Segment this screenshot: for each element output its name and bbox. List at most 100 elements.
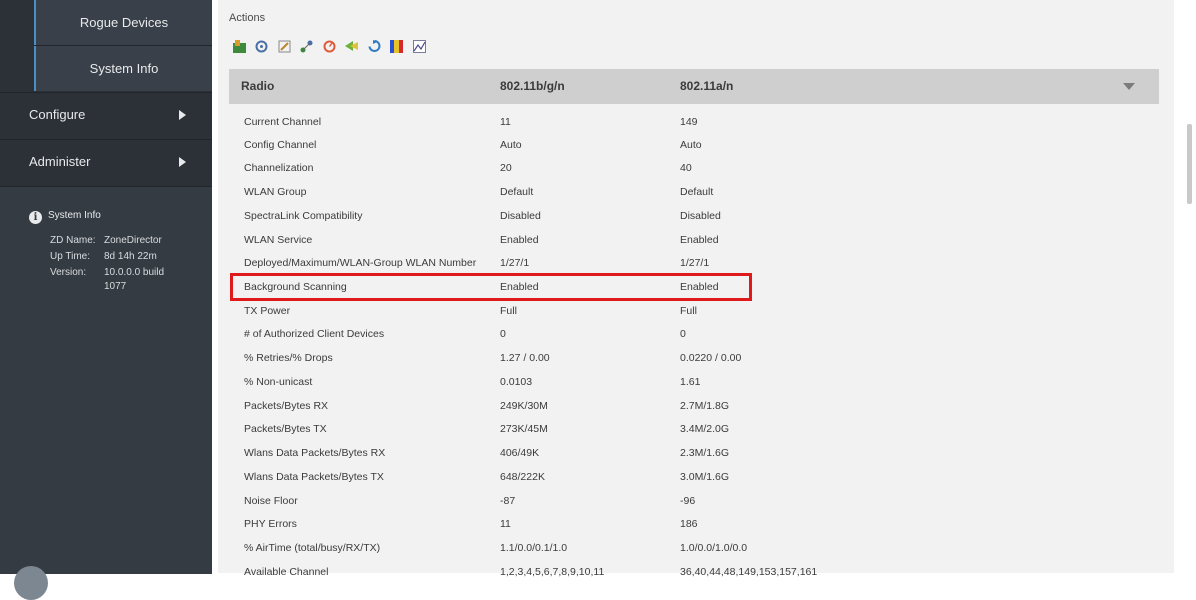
version-label: Version: xyxy=(50,267,87,278)
map-icon[interactable] xyxy=(233,40,246,54)
row-value-an: 0 xyxy=(680,328,686,340)
system-info-panel: i System Info ZD Name: ZoneDirector Up T… xyxy=(0,186,212,574)
chart-icon[interactable] xyxy=(412,40,426,54)
table-row: Current Channel 11 149 xyxy=(229,111,1159,134)
row-value-bgn: 0.0103 xyxy=(500,376,533,388)
row-label: Deployed/Maximum/WLAN-Group WLAN Number xyxy=(244,257,477,269)
scrollbar[interactable] xyxy=(1187,124,1192,204)
row-label: Packets/Bytes TX xyxy=(244,423,327,435)
table-row: Deployed/Maximum/WLAN-Group WLAN Number 1… xyxy=(229,252,1159,275)
spectrum-analysis-icon[interactable] xyxy=(390,40,404,54)
row-value-bgn: 249K/30M xyxy=(500,400,548,412)
table-row: Packets/Bytes TX 273K/45M 3.4M/2.0G xyxy=(229,418,1159,441)
row-value-bgn: 1.27 / 0.00 xyxy=(500,352,550,364)
row-label: PHY Errors xyxy=(244,518,297,530)
sidebar-item-administer[interactable]: Administer xyxy=(0,139,212,184)
row-label: WLAN Service xyxy=(244,234,313,246)
uptime-label: Up Time: xyxy=(50,251,91,262)
row-value-bgn: Auto xyxy=(500,139,522,151)
highlight-box xyxy=(230,273,752,301)
row-value-an: 0.0220 / 0.00 xyxy=(680,352,742,364)
row-label: % Retries/% Drops xyxy=(244,352,333,364)
row-value-an: 186 xyxy=(680,518,698,530)
row-value-bgn: 0 xyxy=(500,328,506,340)
table-row: % Retries/% Drops 1.27 / 0.00 0.0220 / 0.0… xyxy=(229,347,1159,370)
uptime-value: 8d 14h 22m xyxy=(104,251,157,262)
table-row: PHY Errors 11 186 xyxy=(229,513,1159,536)
actions-label: Actions xyxy=(229,12,266,24)
sidebar-item-system-info[interactable]: System Info xyxy=(34,46,212,91)
zd-name-label: ZD Name: xyxy=(50,235,96,246)
row-label: Wlans Data Packets/Bytes RX xyxy=(244,447,386,459)
table-row: Wlans Data Packets/Bytes TX 648/222K 3.0M/… xyxy=(229,466,1159,489)
system-info-title: System Info xyxy=(48,210,101,221)
row-label: # of Authorized Client Devices xyxy=(244,328,385,340)
col-header-an: 802.11a/n xyxy=(680,79,734,93)
row-value-an: 1.0/0.0/1.0/0.0 xyxy=(680,542,748,554)
table-row: Channelization 20 40 xyxy=(229,157,1159,180)
row-value-an: 1.61 xyxy=(680,376,701,388)
row-value-an: 1/27/1 xyxy=(680,257,710,269)
row-label: % Non-unicast xyxy=(244,376,313,388)
table-row: Packets/Bytes RX 249K/30M 2.7M/1.8G xyxy=(229,395,1159,418)
row-value-bgn: 11 xyxy=(500,518,511,530)
row-value-bgn: 406/49K xyxy=(500,447,540,459)
sidebar-item-label: Administer xyxy=(29,154,91,169)
info-icon: i xyxy=(29,211,42,224)
chevron-right-icon xyxy=(179,110,186,120)
radio-table-header[interactable]: Radio 802.11b/g/n 802.11a/n xyxy=(229,69,1159,104)
row-value-bgn: 1.1/0.0/0.1/1.0 xyxy=(500,542,568,554)
edit-icon[interactable] xyxy=(278,40,291,53)
sidebar-item-label: System Info xyxy=(89,61,159,76)
row-label: Current Channel xyxy=(244,116,322,128)
row-value-bgn: 20 xyxy=(500,162,512,174)
row-value-bgn: 11 xyxy=(500,116,511,128)
table-row: WLAN Group Default Default xyxy=(229,181,1159,204)
speedflex-icon[interactable] xyxy=(300,40,313,53)
row-value-an: 3.4M/2.0G xyxy=(680,423,730,435)
row-value-an: 149 xyxy=(680,116,698,128)
row-value-bgn: -87 xyxy=(500,495,516,507)
row-value-bgn: 1/27/1 xyxy=(500,257,530,269)
ping-icon[interactable] xyxy=(255,40,268,53)
sidebar-item-label: Rogue Devices xyxy=(79,15,169,30)
table-row: TX Power Full Full xyxy=(229,300,1159,323)
collapse-icon[interactable] xyxy=(1123,83,1135,90)
row-value-an: Auto xyxy=(680,139,702,151)
row-label: % AirTime (total/busy/RX/TX) xyxy=(244,542,381,554)
row-label: SpectraLink Compatibility xyxy=(244,210,363,222)
row-value-an: Full xyxy=(680,305,697,317)
table-row: % Non-unicast 0.0103 1.61 xyxy=(229,371,1159,394)
row-value-an: 2.7M/1.8G xyxy=(680,400,730,412)
version-build: 1077 xyxy=(104,281,127,292)
spectrum-icon[interactable] xyxy=(323,40,336,53)
actions-toolbar xyxy=(233,38,431,56)
row-label: Packets/Bytes RX xyxy=(244,400,329,412)
tunnel-icon[interactable] xyxy=(345,40,359,53)
restart-icon[interactable] xyxy=(368,40,381,53)
table-row: Noise Floor -87 -96 xyxy=(229,490,1159,513)
row-label: Channelization xyxy=(244,162,314,174)
table-row: SpectraLink Compatibility Disabled Disable… xyxy=(229,205,1159,228)
row-value-bgn: 648/222K xyxy=(500,471,545,483)
table-row: WLAN Service Enabled Enabled xyxy=(229,229,1159,252)
version-value: 10.0.0.0 build xyxy=(104,267,165,278)
row-value-an: Disabled xyxy=(680,210,721,222)
col-header-radio: Radio xyxy=(241,79,275,93)
row-value-an: 2.3M/1.6G xyxy=(680,447,730,459)
row-value-an: Default xyxy=(680,186,714,198)
help-icon[interactable] xyxy=(14,566,48,600)
row-value-an: Enabled xyxy=(680,234,719,246)
row-value-bgn: Enabled xyxy=(500,234,539,246)
sidebar-item-configure[interactable]: Configure xyxy=(0,92,212,137)
row-label: WLAN Group xyxy=(244,186,307,198)
sidebar-item-rogue-devices[interactable]: Rogue Devices xyxy=(34,0,212,45)
row-label: TX Power xyxy=(244,305,291,317)
ap-detail-panel: Actions Radio 802.11b/g/n 802.11a/n Curr… xyxy=(218,0,1174,578)
row-label: Wlans Data Packets/Bytes TX xyxy=(244,471,384,483)
main-content: Actions Radio 802.11b/g/n 802.11a/n Curr… xyxy=(212,0,1196,578)
row-value-an: 3.0M/1.6G xyxy=(680,471,730,483)
row-value-an: -96 xyxy=(680,495,696,507)
row-value-bgn: Default xyxy=(500,186,534,198)
row-value-bgn: Full xyxy=(500,305,517,317)
